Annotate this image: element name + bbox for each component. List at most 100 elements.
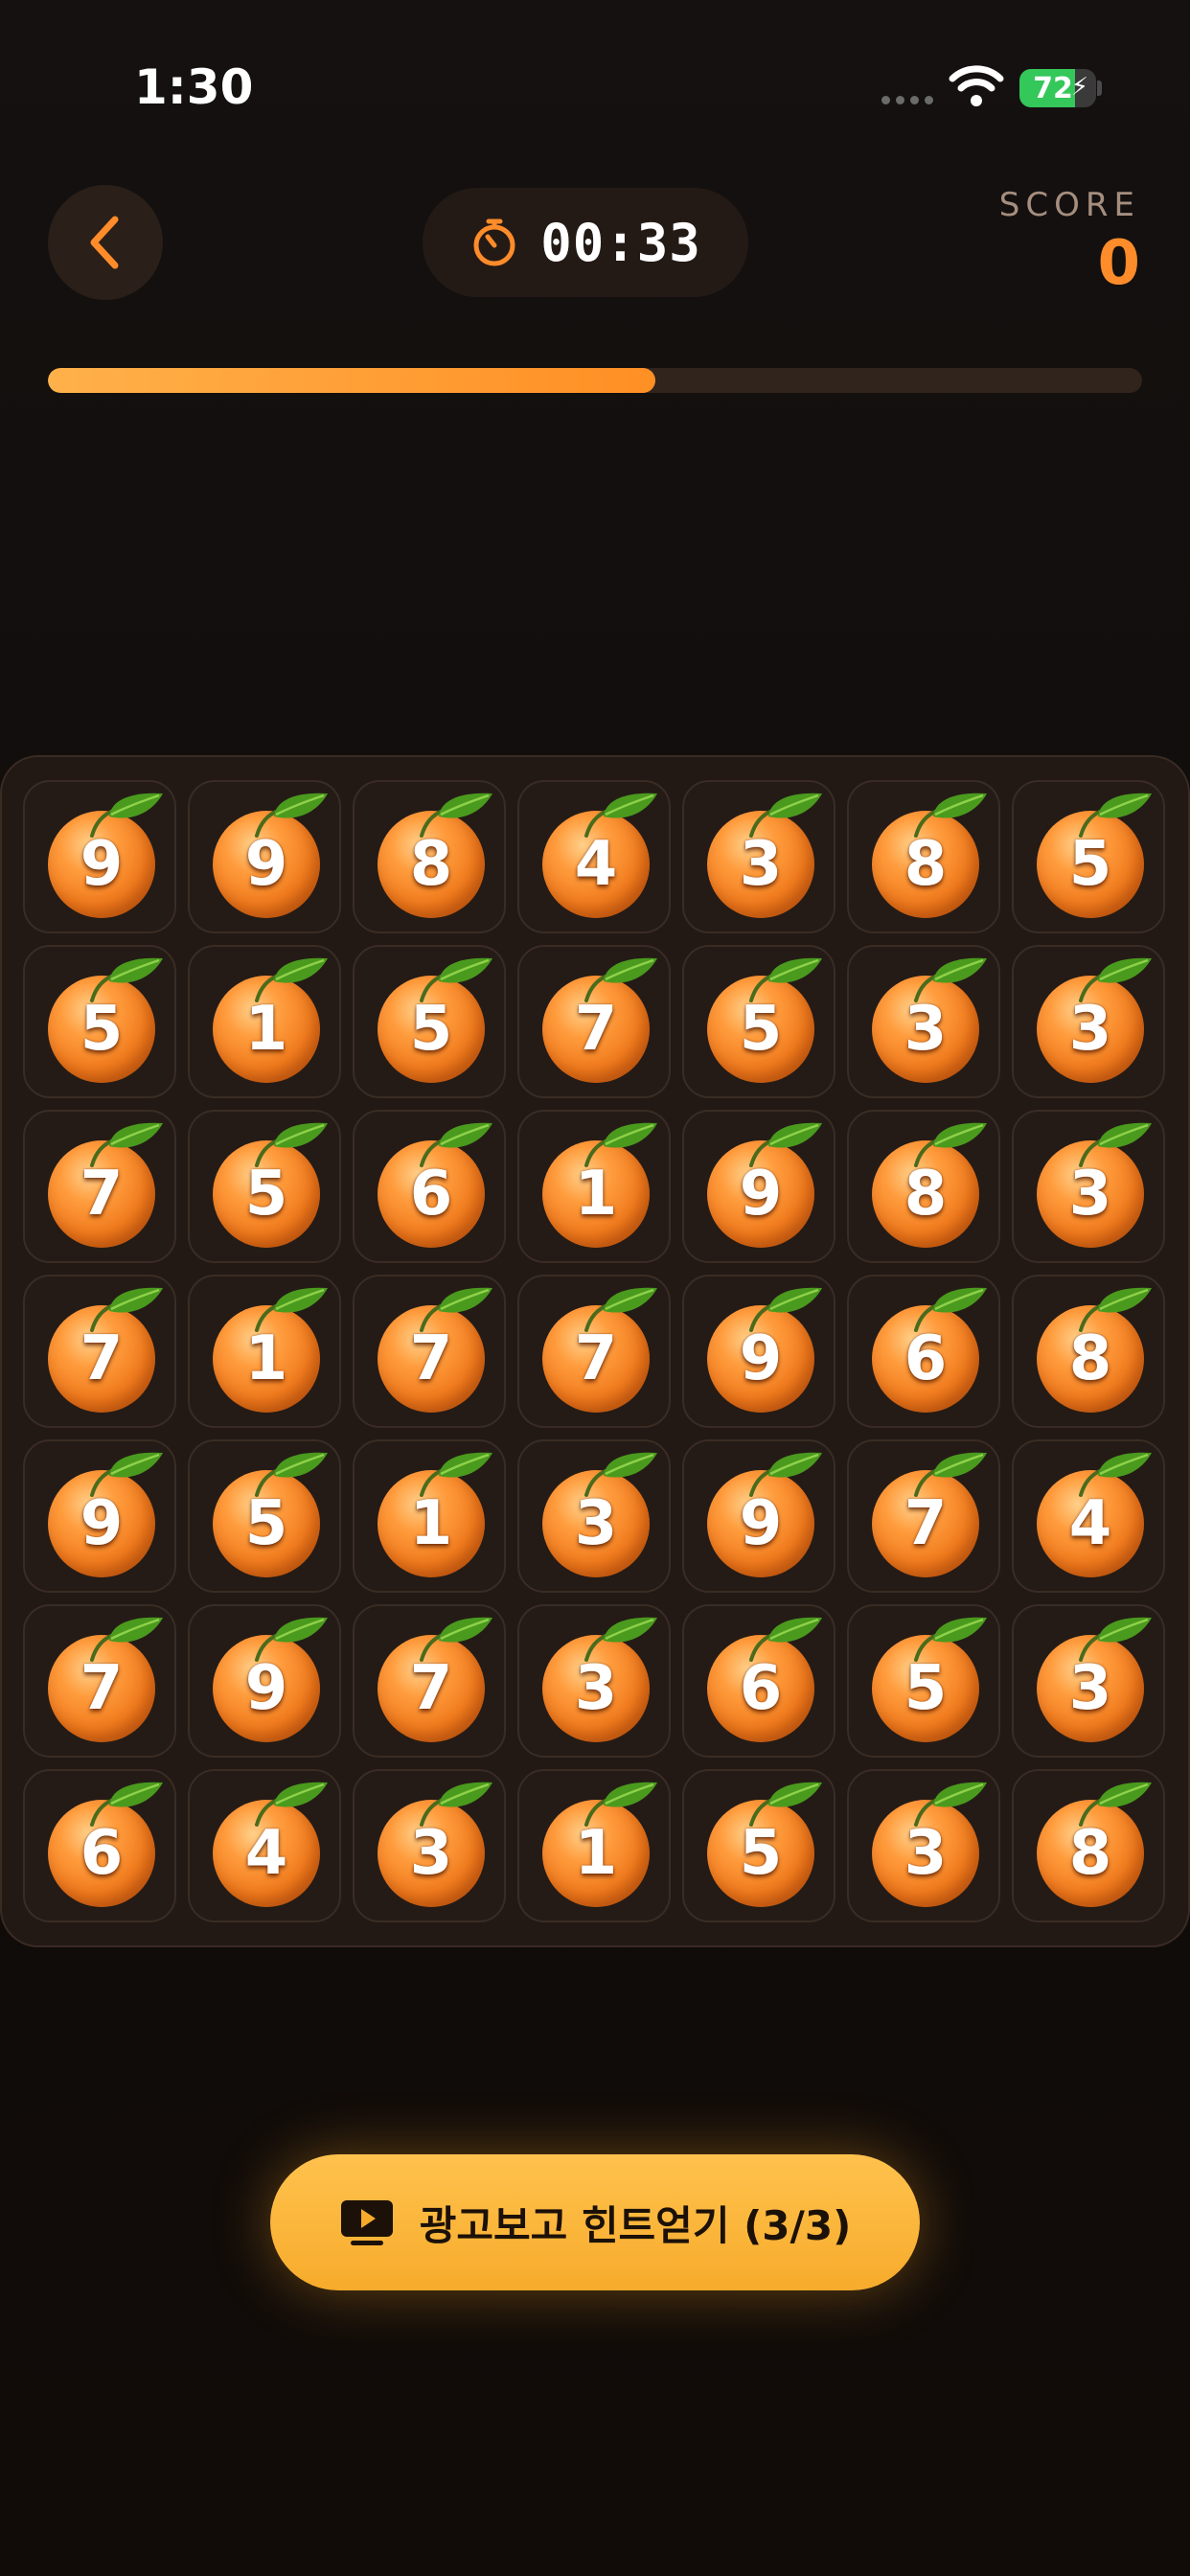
orange-tile[interactable]: 7	[517, 1275, 671, 1428]
orange-tile[interactable]: 5	[353, 945, 506, 1098]
orange-tile[interactable]: 8	[847, 1110, 1000, 1263]
orange-tile[interactable]: 9	[682, 1110, 835, 1263]
orange-tile[interactable]: 8	[1012, 1275, 1165, 1428]
battery-indicator: 72 ⚡	[1019, 69, 1096, 107]
tile-number: 9	[80, 1488, 124, 1559]
play-ad-icon	[340, 2200, 393, 2245]
tile-grid: 9 9 8 4 3 8 5 5 1 5 7 5 3 3 7 5 6 1 9 8 3 7 1 7 7 9 6 8 9 5 1 3 9 7 4 7 9 7 3 6…	[23, 780, 1165, 1922]
tile-number: 1	[244, 994, 288, 1065]
orange-tile[interactable]: 6	[353, 1110, 506, 1263]
tile-number: 3	[1068, 1159, 1112, 1230]
time-progress-fill	[48, 368, 655, 393]
orange-tile[interactable]: 1	[517, 1769, 671, 1922]
orange-tile[interactable]: 3	[517, 1439, 671, 1593]
tile-number: 5	[739, 1818, 783, 1889]
orange-tile[interactable]: 5	[188, 1439, 341, 1593]
tile-number: 1	[574, 1159, 618, 1230]
orange-tile[interactable]: 3	[1012, 1110, 1165, 1263]
tile-number: 4	[1068, 1488, 1112, 1559]
time-progress-bar	[48, 368, 1142, 393]
orange-tile[interactable]: 4	[1012, 1439, 1165, 1593]
orange-tile[interactable]: 8	[353, 780, 506, 933]
charging-bolt-icon: ⚡	[1070, 73, 1088, 102]
tile-number: 3	[574, 1488, 618, 1559]
orange-tile[interactable]: 1	[188, 1275, 341, 1428]
tile-number: 7	[80, 1159, 124, 1230]
chevron-left-icon	[90, 216, 119, 269]
orange-tile[interactable]: 5	[847, 1604, 1000, 1758]
tile-number: 7	[574, 994, 618, 1065]
hint-button-label: 광고보고 힌트얻기 (3/3)	[419, 2201, 852, 2249]
orange-tile[interactable]: 8	[1012, 1769, 1165, 1922]
tile-number: 3	[1068, 994, 1112, 1065]
tile-number: 1	[244, 1323, 288, 1394]
tile-number: 7	[904, 1488, 948, 1559]
tile-number: 4	[574, 829, 618, 900]
orange-tile[interactable]: 6	[682, 1604, 835, 1758]
game-board: 9 9 8 4 3 8 5 5 1 5 7 5 3 3 7 5 6 1 9 8 3 7 1 7 7 9 6 8 9 5 1 3 9 7 4 7 9 7 3 6…	[0, 755, 1190, 1947]
orange-tile[interactable]: 1	[188, 945, 341, 1098]
orange-tile[interactable]: 7	[23, 1110, 176, 1263]
orange-tile[interactable]: 3	[1012, 945, 1165, 1098]
stopwatch-icon	[473, 218, 515, 266]
tile-number: 6	[80, 1818, 124, 1889]
orange-tile[interactable]: 3	[847, 945, 1000, 1098]
timer-pill: 00:33	[423, 188, 748, 297]
orange-tile[interactable]: 1	[353, 1439, 506, 1593]
orange-tile[interactable]: 9	[682, 1275, 835, 1428]
orange-tile[interactable]: 9	[188, 780, 341, 933]
tile-number: 5	[739, 994, 783, 1065]
tile-number: 5	[904, 1653, 948, 1724]
orange-tile[interactable]: 7	[23, 1275, 176, 1428]
orange-tile[interactable]: 5	[23, 945, 176, 1098]
tile-number: 4	[244, 1818, 288, 1889]
orange-tile[interactable]: 9	[188, 1604, 341, 1758]
wifi-icon	[949, 65, 1004, 106]
orange-tile[interactable]: 8	[847, 780, 1000, 933]
orange-tile[interactable]: 3	[1012, 1604, 1165, 1758]
orange-tile[interactable]: 3	[517, 1604, 671, 1758]
tile-number: 7	[80, 1323, 124, 1394]
orange-tile[interactable]: 7	[353, 1604, 506, 1758]
orange-tile[interactable]: 5	[682, 1769, 835, 1922]
orange-tile[interactable]: 7	[517, 945, 671, 1098]
tile-number: 3	[409, 1818, 453, 1889]
orange-tile[interactable]: 7	[847, 1439, 1000, 1593]
status-time: 1:30	[134, 59, 254, 115]
orange-tile[interactable]: 5	[188, 1110, 341, 1263]
orange-tile[interactable]: 9	[23, 780, 176, 933]
orange-tile[interactable]: 4	[517, 780, 671, 933]
orange-tile[interactable]: 9	[682, 1439, 835, 1593]
orange-tile[interactable]: 6	[23, 1769, 176, 1922]
tile-number: 5	[244, 1159, 288, 1230]
orange-tile[interactable]: 6	[847, 1275, 1000, 1428]
tile-number: 6	[904, 1323, 948, 1394]
tile-number: 8	[409, 829, 453, 900]
orange-tile[interactable]: 3	[847, 1769, 1000, 1922]
tile-number: 7	[409, 1653, 453, 1724]
tile-number: 3	[904, 994, 948, 1065]
battery-nub	[1097, 80, 1102, 96]
tile-number: 8	[904, 1159, 948, 1230]
orange-tile[interactable]: 5	[1012, 780, 1165, 933]
watch-ad-hint-button[interactable]: 광고보고 힌트얻기 (3/3)	[270, 2154, 920, 2290]
tile-number: 8	[904, 829, 948, 900]
tile-number: 7	[574, 1323, 618, 1394]
tile-number: 9	[739, 1488, 783, 1559]
orange-tile[interactable]: 3	[353, 1769, 506, 1922]
orange-tile[interactable]: 3	[682, 780, 835, 933]
tile-number: 6	[409, 1159, 453, 1230]
orange-tile[interactable]: 4	[188, 1769, 341, 1922]
orange-tile[interactable]: 5	[682, 945, 835, 1098]
tile-number: 9	[244, 1653, 288, 1724]
tile-number: 6	[739, 1653, 783, 1724]
tile-number: 3	[904, 1818, 948, 1889]
tile-number: 1	[409, 1488, 453, 1559]
orange-tile[interactable]: 9	[23, 1439, 176, 1593]
back-button[interactable]	[48, 185, 163, 300]
orange-tile[interactable]: 1	[517, 1110, 671, 1263]
score-label: SCORE	[998, 186, 1140, 224]
orange-tile[interactable]: 7	[353, 1275, 506, 1428]
orange-tile[interactable]: 7	[23, 1604, 176, 1758]
score-value: 0	[1097, 228, 1140, 299]
